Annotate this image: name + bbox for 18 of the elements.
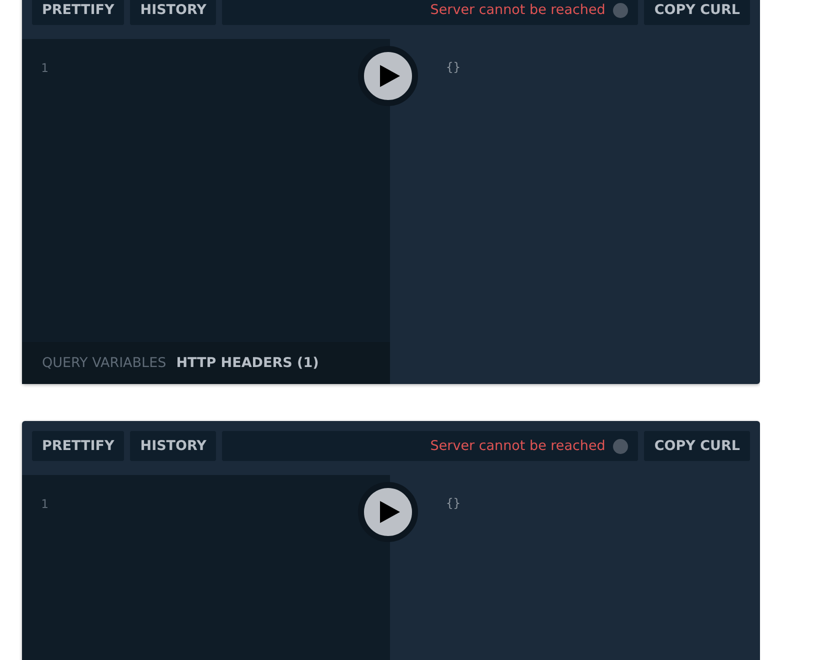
result-text: {}	[446, 60, 460, 74]
line-number: 1	[41, 61, 50, 75]
status-text: Server cannot be reached	[430, 2, 606, 18]
status-dot-icon	[613, 2, 628, 18]
toolbar-button[interactable]: PRETTIFY	[32, 0, 124, 25]
toolbar-button[interactable]: HISTORY	[130, 0, 216, 25]
footer-tab[interactable]: HTTP HEADERS (1)	[176, 355, 319, 371]
copy-curl-button[interactable]: COPY CURL	[644, 431, 750, 461]
copy-curl-button[interactable]: COPY CURL	[644, 0, 750, 25]
toolbar-button[interactable]: HISTORY	[130, 431, 216, 461]
result-text: {}	[446, 496, 460, 510]
play-icon	[380, 65, 400, 87]
query-editor[interactable]: 1 QUERY VARIABLES HTTP HEADERS (1)	[22, 39, 390, 384]
status-text: Server cannot be reached	[430, 438, 606, 454]
toolbar-button[interactable]: PRETTIFY	[32, 431, 124, 461]
status-dot-icon	[613, 438, 628, 454]
play-icon	[380, 501, 400, 523]
line-number: 1	[41, 497, 50, 511]
